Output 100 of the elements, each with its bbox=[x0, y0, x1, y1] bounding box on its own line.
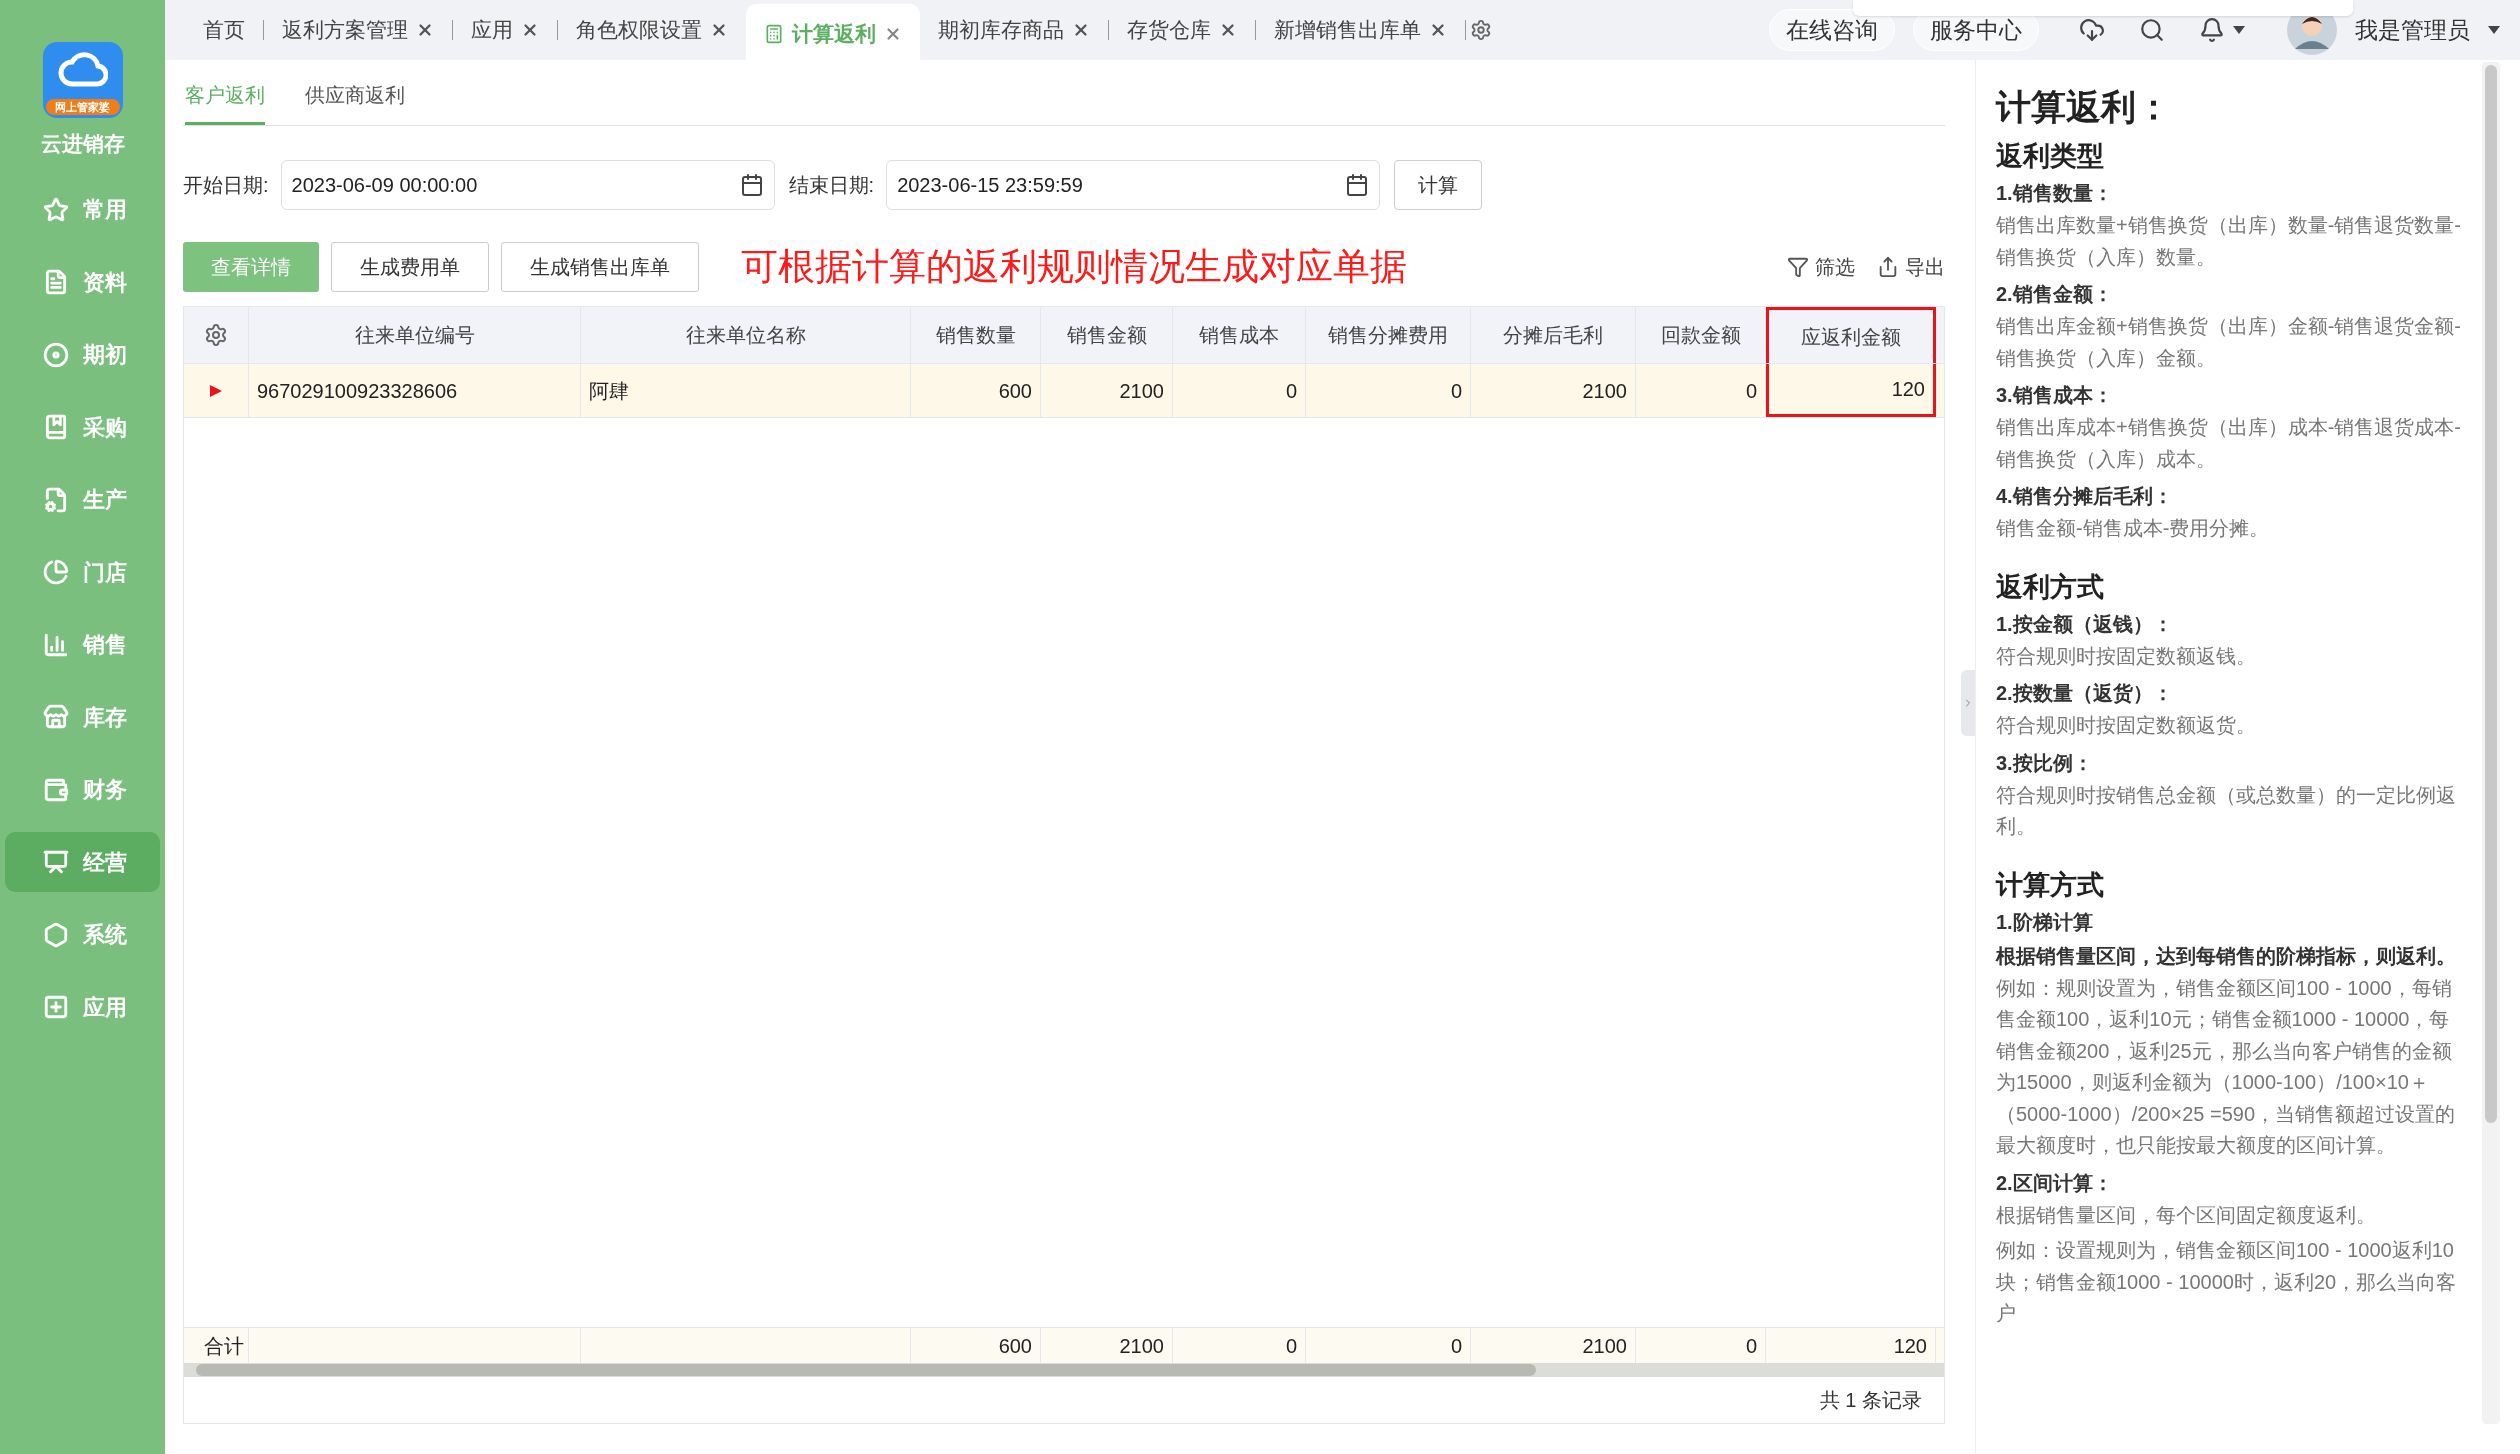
column-settings-icon[interactable] bbox=[204, 323, 228, 347]
end-date-label: 结束日期: bbox=[788, 173, 875, 198]
page-tab[interactable]: 期初库存商品 bbox=[920, 0, 1108, 60]
table-cell-text: 2100 bbox=[1582, 378, 1627, 404]
help-heading: 返利方式 bbox=[1996, 570, 2105, 604]
column-header: 分摊后毛利 bbox=[1471, 307, 1636, 363]
collapse-handle[interactable] bbox=[1961, 670, 1975, 736]
table-cell-text: 0 bbox=[1285, 378, 1297, 404]
close-icon[interactable] bbox=[884, 25, 902, 43]
table-cell-text: 967029100923328606 bbox=[257, 378, 458, 404]
column-header: 往来单位编号 bbox=[249, 307, 581, 363]
end-date-field[interactable]: 2023-06-15 23:59:59 bbox=[886, 160, 1381, 210]
document-icon bbox=[43, 269, 69, 295]
help-title: 计算返利： bbox=[1996, 86, 2172, 128]
action-button[interactable]: 生成费用单 bbox=[331, 242, 489, 292]
start-date-label: 开始日期: bbox=[183, 173, 269, 198]
help-paragraph: 例如：设置规则为，销售金额区间100 - 1000返利10块；销售金额1000 - 10000时，返利20，那么当向客户 bbox=[1996, 1238, 2458, 1326]
totals-cell-text: 0 bbox=[1745, 1333, 1757, 1359]
table-cell-text: 阿肆 bbox=[589, 378, 629, 404]
help-subheading: 3.按比例： bbox=[1996, 750, 2094, 776]
close-icon[interactable] bbox=[1429, 21, 1447, 39]
totals-cell-text: 0 bbox=[1285, 1333, 1297, 1359]
cloud-download-icon[interactable] bbox=[2079, 17, 2105, 43]
pie-chart-icon bbox=[43, 559, 69, 585]
column-header: 销售数量 bbox=[911, 307, 1041, 363]
help-paragraph: 例如：规则设置为，销售金额区间100 - 1000，每销售金额100，返利10元；销售金额1000 - 10000，每销售金额200，返利25元，那么当向客户销售的金额为15000，则返利金额为（1000-100）/100×10＋（5000-1000）/200×25 =590，当销售额超过设置的最大额度时，也只能按最大额度的区间计算。 bbox=[1996, 975, 2457, 1158]
calculate-button[interactable]: 计算 bbox=[1394, 160, 1483, 210]
totals-cell-text: 120 bbox=[1893, 1333, 1927, 1359]
totals-cell-text: 2100 bbox=[1582, 1333, 1627, 1359]
plus-square-icon bbox=[43, 994, 69, 1020]
help-paragraph: 销售出库金额+销售换货（出库）金额-销售退货金额-销售换货（入库）金额。 bbox=[1996, 314, 2462, 371]
totals-cell-text: 600 bbox=[998, 1333, 1032, 1359]
table-cell-text: 2100 bbox=[1119, 378, 1164, 404]
export-icon bbox=[1877, 256, 1899, 278]
close-icon[interactable] bbox=[710, 21, 728, 39]
close-icon[interactable] bbox=[521, 21, 539, 39]
column-header: 销售金额 bbox=[1041, 307, 1173, 363]
help-subheading: 1.销售数量： bbox=[1996, 181, 2114, 206]
column-header: 往来单位名称 bbox=[581, 307, 911, 363]
export-button[interactable]: 导出 bbox=[1877, 252, 1945, 282]
page-tab[interactable]: 返利方案管理 bbox=[264, 0, 452, 60]
wallet-icon bbox=[43, 776, 69, 803]
book-icon bbox=[43, 414, 69, 440]
help-paragraph: 根据销售量区间，每个区间固定额度返利。 bbox=[1996, 1202, 2377, 1228]
help-subheading: 2.销售金额： bbox=[1996, 282, 2114, 307]
help-subheading: 4.销售分摊后毛利： bbox=[1996, 484, 2174, 509]
help-paragraph: 销售出库数量+销售换货（出库）数量-销售退货数量-销售换货（入库）数量。 bbox=[1996, 213, 2462, 270]
hexagon-icon bbox=[43, 921, 69, 948]
bar-chart-icon bbox=[43, 631, 69, 658]
close-icon[interactable] bbox=[1072, 21, 1090, 39]
close-icon[interactable] bbox=[416, 21, 434, 39]
page-tab[interactable]: 应用 bbox=[453, 0, 557, 60]
search-icon[interactable] bbox=[2139, 17, 2165, 43]
bell-icon[interactable] bbox=[2199, 17, 2225, 43]
record-count: 共 1 条记录 bbox=[1819, 1388, 1922, 1413]
calculator-icon bbox=[764, 24, 784, 44]
filter-icon bbox=[1787, 256, 1809, 278]
help-paragraph: 符合规则时按固定数额返钱。 bbox=[1996, 643, 2257, 669]
horizontal-scrollbar[interactable] bbox=[184, 1363, 1944, 1377]
table-cell-text: 0 bbox=[1745, 378, 1757, 404]
disc-icon bbox=[43, 341, 69, 368]
calendar-icon[interactable] bbox=[739, 173, 764, 197]
table-cell-text: 600 bbox=[998, 378, 1032, 404]
star-icon bbox=[43, 196, 69, 223]
file-gear-icon bbox=[43, 486, 69, 513]
table-cell-text: 0 bbox=[1450, 378, 1462, 404]
calendar-icon[interactable] bbox=[1345, 173, 1370, 197]
table-cell-text: 120 bbox=[1891, 377, 1925, 402]
page-tab[interactable]: 存货仓库 bbox=[1109, 0, 1255, 60]
table-row[interactable]: 967029100923328606 阿肆 600 2100 0 0 2100 0 120 bbox=[184, 364, 1944, 418]
page-tab[interactable]: 新增销售出库单 bbox=[1256, 0, 1465, 60]
user-name[interactable]: 我是管理员 bbox=[2355, 12, 2470, 48]
close-icon[interactable] bbox=[1219, 21, 1237, 39]
vertical-scrollbar[interactable] bbox=[2482, 62, 2500, 1424]
chart-board-icon bbox=[43, 849, 69, 875]
caret-icon[interactable] bbox=[2233, 26, 2245, 34]
help-subheading: 1.按金额（返钱）： bbox=[1996, 611, 2174, 637]
help-paragraph: 符合规则时按固定数额返货。 bbox=[1996, 713, 2257, 738]
totals-cell-text: 2100 bbox=[1119, 1333, 1164, 1359]
app-name: 云进销存 bbox=[40, 131, 125, 157]
column-header: 销售分摊费用 bbox=[1306, 307, 1471, 363]
start-date-field[interactable]: 2023-06-09 00:00:00 bbox=[280, 160, 775, 210]
help-subheading: 1.阶梯计算 bbox=[1996, 909, 2094, 935]
help-subheading: 根据销售量区间，达到每销售的阶梯指标，则返利。 bbox=[1996, 943, 2457, 969]
totals-cell-text: 0 bbox=[1450, 1333, 1462, 1359]
online-consult-button[interactable]: 在线咨询 bbox=[1769, 9, 1895, 51]
sub-tab[interactable]: 供应商返利 bbox=[305, 80, 405, 125]
page-tab[interactable]: 首页 bbox=[185, 0, 263, 60]
settings-icon[interactable] bbox=[1470, 19, 1492, 41]
help-subheading: 3.销售成本： bbox=[1996, 383, 2114, 408]
help-paragraph: 符合规则时按销售总金额（或总数量）的一定比例返利。 bbox=[1996, 782, 2457, 839]
caret-icon[interactable] bbox=[2488, 26, 2500, 34]
action-button[interactable]: 生成销售出库单 bbox=[501, 242, 699, 292]
totals-label: 合计 bbox=[204, 1333, 244, 1359]
help-heading: 计算方式 bbox=[1996, 868, 2105, 902]
filter-button[interactable]: 筛选 bbox=[1787, 252, 1855, 282]
annotation-note: 可根据计算的返利规则情况生成对应单据 bbox=[741, 245, 1407, 290]
help-heading: 返利类型 bbox=[1996, 140, 2105, 173]
page-tab[interactable]: 角色权限设置 bbox=[558, 0, 746, 60]
help-paragraph: 销售金额-销售成本-费用分摊。 bbox=[1996, 516, 2271, 541]
